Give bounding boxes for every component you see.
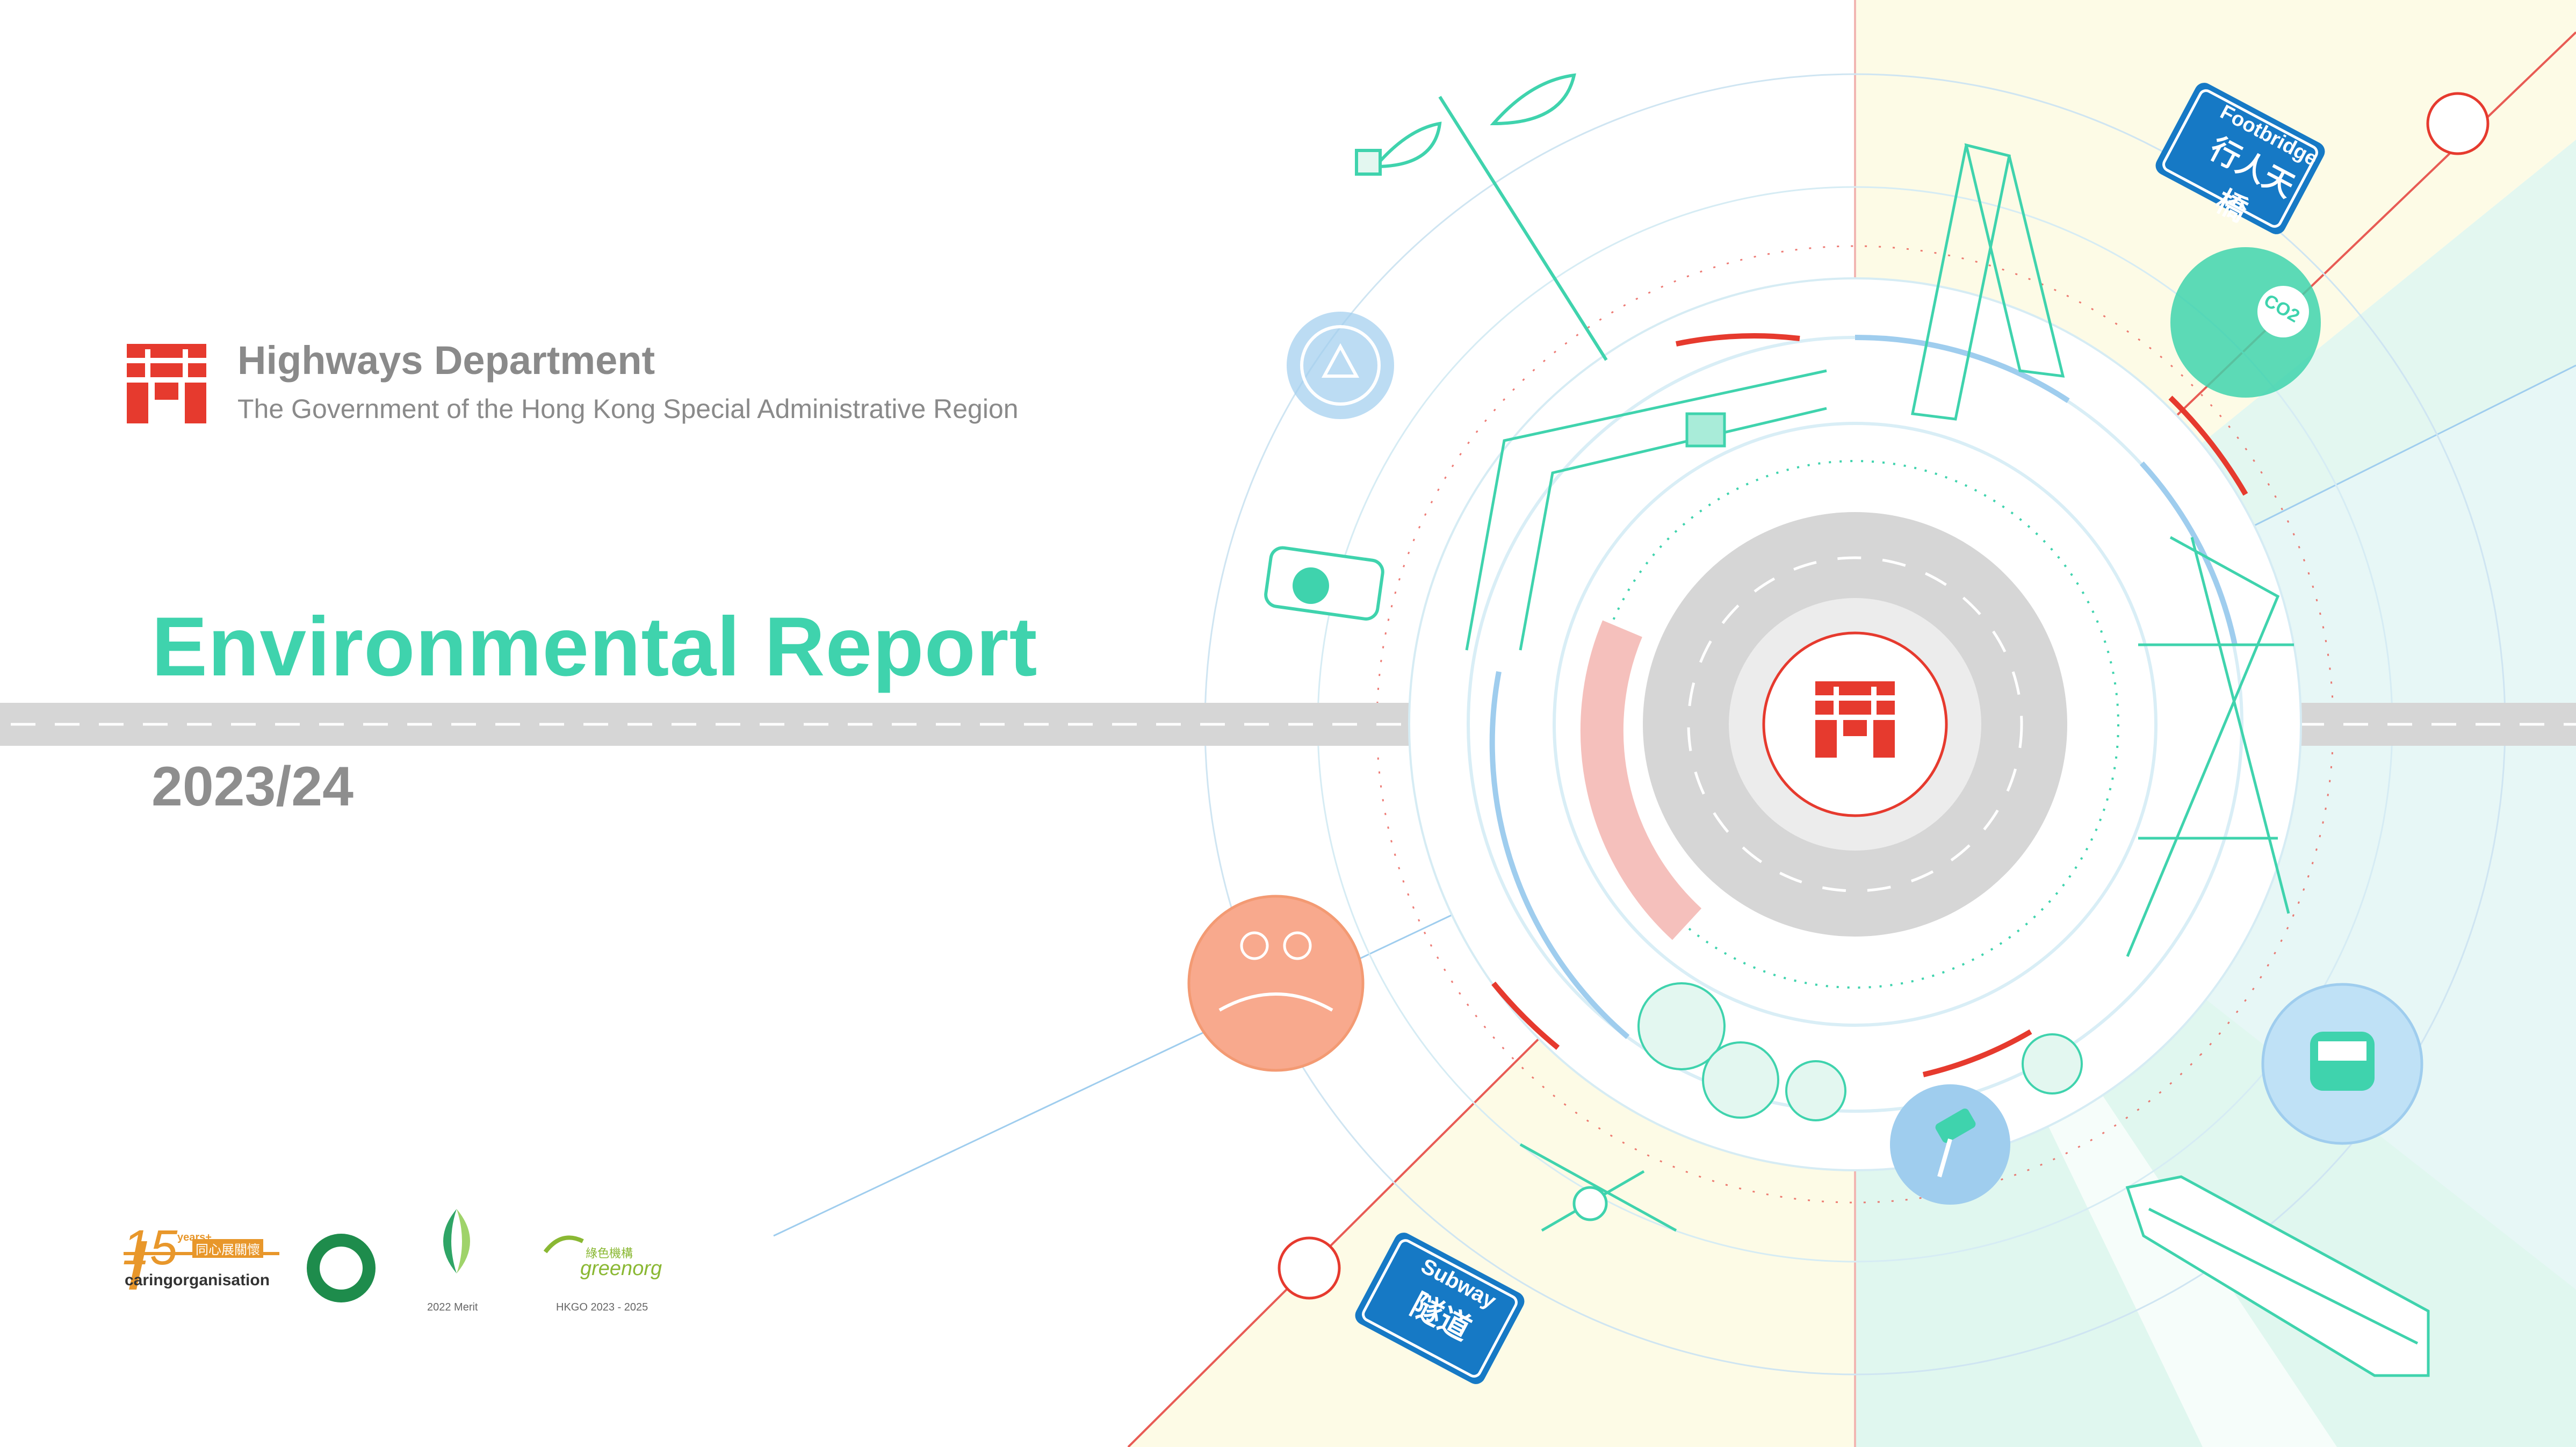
report-period: 2023/24 — [151, 755, 353, 818]
caring-zh: 同心展關懷 — [192, 1239, 263, 1258]
street-lamp-leaves — [1355, 73, 1608, 361]
greenorg-zh: 綠色機構 — [586, 1247, 633, 1260]
department-name: Highways Department — [237, 338, 655, 383]
caring-company-seal — [307, 1234, 376, 1302]
highways-department-logo — [127, 344, 206, 423]
recycle-icon — [1287, 312, 1394, 419]
paint-roller-icon — [1890, 1084, 2010, 1205]
cover-artwork — [0, 0, 2576, 1447]
government-name: The Government of the Hong Kong Special … — [237, 394, 1019, 424]
greenorg-logo — [543, 1235, 584, 1254]
caring-org-text: caringorganisation — [125, 1271, 270, 1289]
caring-years: 15 — [122, 1220, 178, 1275]
merit-caption: 2022 Merit — [427, 1301, 478, 1313]
environmental-excellence-award-logo — [443, 1209, 470, 1273]
report-title: Environmental Report — [151, 600, 1038, 694]
sign-post-icon — [1264, 546, 1384, 621]
train-icon — [2261, 983, 2423, 1145]
community-handshake-icon — [1187, 895, 1365, 1072]
greenorg-caption: HKGO 2023 - 2025 — [556, 1301, 648, 1313]
co2-reduction-icon — [2170, 247, 2321, 398]
central-roundabout — [1408, 277, 2302, 1171]
